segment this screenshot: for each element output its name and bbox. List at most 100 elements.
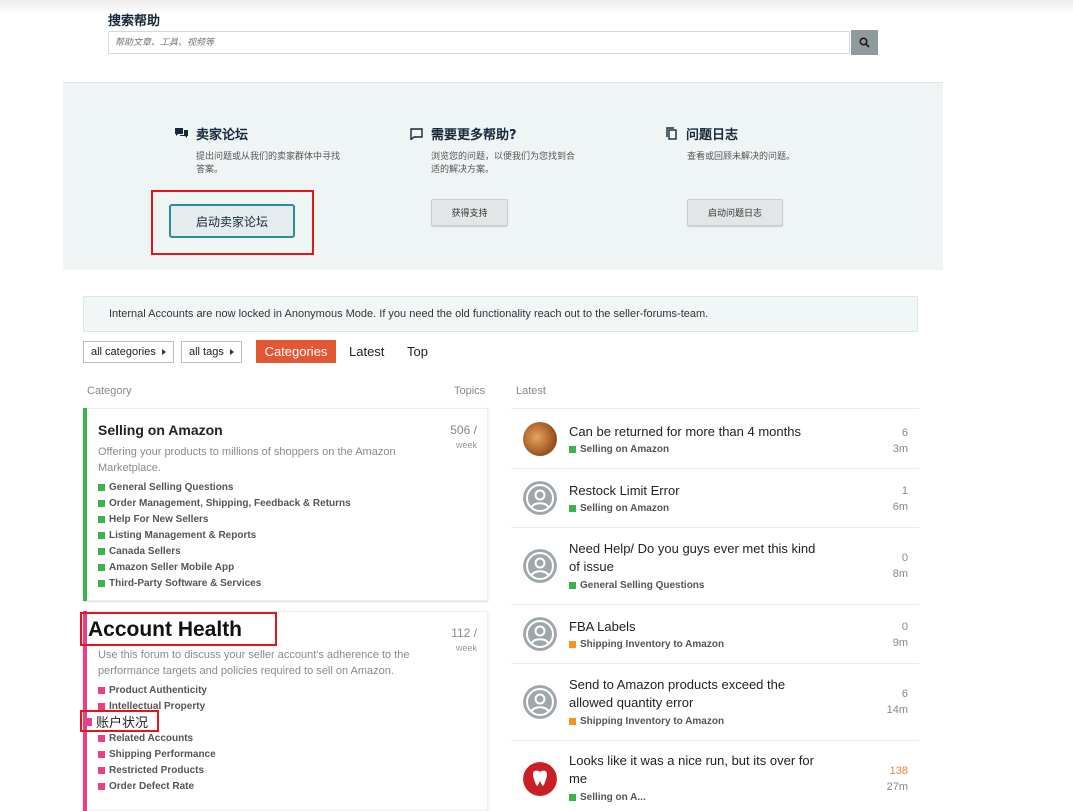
topic-stats: 0 8m (893, 550, 908, 582)
reply-count: 6 (901, 688, 908, 700)
category-selling-on-amazon: Selling on Amazon Offering your products… (83, 408, 488, 601)
seller-forum-section: 卖家论坛 提出问题或从我们的卖家群体中寻找答案。 (175, 124, 396, 177)
category-name[interactable]: Selling on Amazon (98, 422, 223, 438)
category-description: Offering your products to millions of sh… (98, 446, 396, 474)
search-input-box[interactable] (108, 31, 850, 54)
message-icon (410, 127, 423, 140)
subcategory-item[interactable]: Canada Sellers (98, 543, 351, 559)
search-input[interactable] (109, 32, 849, 54)
category-topic-count: 112 / week (451, 626, 477, 655)
topic-category[interactable]: Selling on Amazon (569, 503, 669, 514)
subcategory-item[interactable]: Order Defect Rate (98, 778, 216, 794)
all-tags-label: all tags (189, 346, 224, 358)
subcategory-item[interactable]: Order Management, Shipping, Feedback & R… (98, 495, 351, 511)
topic-category[interactable]: Shipping Inventory to Amazon (569, 639, 724, 650)
latest-topic-row[interactable]: Need Help/ Do you guys ever met this kin… (511, 527, 919, 605)
topic-title[interactable]: Can be returned for more than 4 months (569, 423, 824, 441)
all-tags-dropdown[interactable]: all tags (181, 341, 242, 363)
copy-icon (666, 127, 677, 140)
case-log-title: 问题日志 (686, 128, 739, 143)
top-shadow (0, 0, 1073, 14)
subcategory-item[interactable]: General Selling Questions (98, 479, 351, 495)
get-support-button[interactable]: 获得支持 (431, 199, 508, 226)
reply-count: 1 (901, 485, 908, 497)
subcategory-item[interactable]: Amazon Seller Mobile App (98, 559, 351, 575)
user-avatar (523, 422, 557, 456)
topic-stats: 138 27m (887, 763, 908, 795)
search-button[interactable] (851, 30, 878, 55)
caret-right-icon (161, 349, 166, 355)
seller-forum-title: 卖家论坛 (196, 128, 249, 143)
topic-age: 6m (892, 501, 908, 513)
case-log-section: 问题日志 查看或回顾未解决的问题。 (666, 124, 887, 164)
more-help-title: 需要更多帮助? (431, 128, 517, 143)
subcategory-item[interactable]: Listing Management & Reports (98, 527, 351, 543)
tab-categories[interactable]: Categories (256, 340, 336, 363)
seller-forum-desc: 提出问题或从我们的卖家群体中寻找答案。 (196, 152, 341, 175)
tab-latest[interactable]: Latest (349, 344, 384, 359)
topic-title[interactable]: FBA Labels (569, 618, 824, 636)
topic-age: 9m (892, 637, 908, 649)
latest-topic-row[interactable]: Send to Amazon products exceed the allow… (511, 663, 919, 741)
subcategory-item[interactable]: Product Authenticity (98, 682, 216, 698)
more-help-desc: 浏览您的问题，以便我们为您找到合适的解决方案。 (431, 152, 576, 175)
topic-stats: 1 6m (893, 483, 908, 515)
topic-count-period: week (455, 440, 477, 450)
caret-right-icon (229, 349, 234, 355)
topic-title[interactable]: Send to Amazon products exceed the allow… (569, 676, 824, 712)
topic-age: 8m (892, 568, 908, 580)
topic-age: 3m (892, 443, 908, 455)
category-description: Use this forum to discuss your seller ac… (98, 649, 410, 677)
launch-case-log-button[interactable]: 启动问题日志 (687, 199, 783, 226)
tooth-avatar-icon (523, 762, 557, 796)
subcategory-item[interactable]: Restricted Products (98, 762, 216, 778)
topic-stats: 0 9m (893, 619, 908, 651)
topic-count-value: 112 / (451, 626, 477, 640)
highlight-forum-button (151, 190, 314, 255)
case-log-desc: 查看或回顾未解决的问题。 (687, 152, 796, 162)
reply-count: 0 (901, 621, 908, 633)
topic-category[interactable]: General Selling Questions (569, 580, 704, 591)
column-header-topics: Topics (454, 385, 486, 397)
column-header-category: Category (87, 385, 132, 397)
all-categories-label: all categories (91, 346, 156, 358)
subcategory-list: Product Authenticity Intellectual Proper… (98, 682, 216, 794)
default-avatar-icon (523, 617, 557, 651)
all-categories-dropdown[interactable]: all categories (83, 341, 174, 363)
latest-topic-row[interactable]: Looks like it was a nice run, but its ov… (511, 740, 919, 811)
topic-category[interactable]: Shipping Inventory to Amazon (569, 716, 724, 727)
reply-count: 6 (901, 427, 908, 439)
topic-title[interactable]: Need Help/ Do you guys ever met this kin… (569, 540, 824, 576)
subcategory-item[interactable]: Related Accounts (98, 730, 216, 746)
topic-category[interactable]: Selling on Amazon (569, 444, 669, 455)
anonymous-mode-notice: Internal Accounts are now locked in Anon… (83, 296, 918, 332)
column-header-latest: Latest (516, 385, 546, 397)
latest-topic-row[interactable]: Restock Limit Error Selling on Amazon 16… (511, 468, 919, 527)
highlight-account-status (80, 710, 159, 732)
topic-count-value: 506 / (450, 423, 477, 437)
search-icon (859, 37, 870, 48)
subcategory-item[interactable]: Help For New Sellers (98, 511, 351, 527)
topic-title[interactable]: Restock Limit Error (569, 482, 824, 500)
subcategory-item[interactable]: Third-Party Software & Services (98, 575, 351, 591)
default-avatar-icon (523, 481, 557, 515)
latest-topic-row[interactable]: FBA Labels Shipping Inventory to Amazon … (511, 604, 919, 663)
category-color-bar (83, 408, 87, 601)
more-help-section: 需要更多帮助? 浏览您的问题，以便我们为您找到合适的解决方案。 (410, 124, 631, 177)
reply-count: 0 (901, 552, 908, 564)
highlight-account-health (80, 612, 277, 646)
topic-age: 27m (886, 781, 908, 793)
reply-count-hot: 138 (889, 765, 908, 777)
topic-age: 14m (886, 704, 908, 716)
tab-top[interactable]: Top (407, 344, 428, 359)
subcategory-item[interactable]: Shipping Performance (98, 746, 216, 762)
subcategory-list: General Selling Questions Order Manageme… (98, 479, 351, 591)
search-help-title: 搜索帮助 (108, 14, 161, 29)
topic-stats: 6 3m (893, 425, 908, 457)
topic-stats: 6 14m (887, 686, 908, 718)
latest-topic-row[interactable]: Can be returned for more than 4 months S… (511, 408, 919, 468)
topic-count-period: week (455, 643, 477, 653)
topic-category[interactable]: Selling on A... (569, 792, 646, 803)
forum-chat-icon (175, 128, 188, 138)
topic-title[interactable]: Looks like it was a nice run, but its ov… (569, 752, 824, 788)
